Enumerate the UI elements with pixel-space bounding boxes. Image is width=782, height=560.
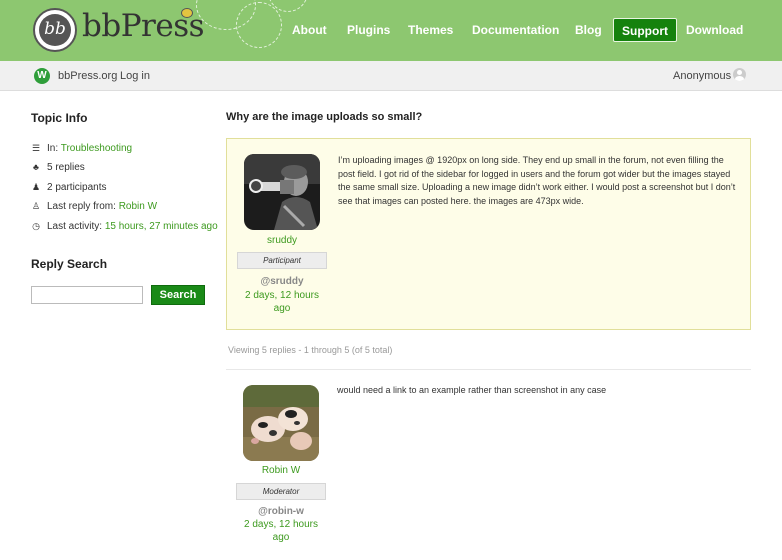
- user-menu-label[interactable]: Anonymous: [673, 70, 731, 82]
- post-date-link[interactable]: 2 days, 12 hours ago: [237, 289, 327, 315]
- last-activity-link[interactable]: 15 hours, 27 minutes ago: [105, 221, 218, 232]
- person-icon: ♙: [31, 201, 41, 211]
- lead-post: sruddy Participant @sruddy 2 days, 12 ho…: [226, 138, 751, 330]
- topic-participants-row: ♟ 2 participants: [31, 180, 107, 194]
- reply-search-title: Reply Search: [31, 257, 108, 271]
- header-decoration: [236, 2, 282, 48]
- author-name-link[interactable]: sruddy: [237, 235, 327, 246]
- login-link[interactable]: Log in: [120, 70, 150, 82]
- nav-plugins[interactable]: Plugins: [347, 18, 390, 42]
- last-reply-prefix: Last reply from:: [47, 201, 116, 212]
- nav-documentation[interactable]: Documentation: [472, 18, 559, 42]
- reply-search-input[interactable]: [31, 286, 143, 304]
- topic-last-reply-row: ♙ Last reply from: Robin W: [31, 199, 157, 213]
- wordpress-icon[interactable]: W: [34, 68, 50, 84]
- avatar[interactable]: [244, 154, 320, 230]
- admin-bar: W bbPress.org Log in Anonymous: [0, 61, 782, 91]
- last-reply-author-link[interactable]: Robin W: [119, 201, 157, 212]
- nav-blog[interactable]: Blog: [575, 18, 602, 42]
- forum-prefix: In:: [47, 143, 59, 154]
- post-content: would need a link to an example rather t…: [337, 385, 607, 395]
- topic-replies-row: ♣ 5 replies: [31, 160, 85, 174]
- post-date-line: ago: [272, 532, 290, 543]
- forum-link[interactable]: Troubleshooting: [61, 143, 132, 154]
- topic-title: Why are the image uploads so small?: [226, 111, 423, 123]
- avatar-photo-robin-w: [243, 385, 319, 461]
- replies-count: 5 replies: [47, 162, 85, 173]
- divider: [226, 369, 751, 370]
- bee-icon: [181, 8, 193, 18]
- forum-icon: ☰: [31, 143, 41, 153]
- user-icon[interactable]: [733, 68, 746, 81]
- topic-info-title: Topic Info: [31, 111, 88, 125]
- nav-download[interactable]: Download: [686, 18, 743, 42]
- topic-forum-row: ☰ In: Troubleshooting: [31, 141, 132, 155]
- author-role-badge: Moderator: [236, 483, 326, 500]
- last-activity-prefix: Last activity:: [47, 221, 103, 232]
- pagination-count: Viewing 5 replies - 1 through 5 (of 5 to…: [228, 345, 393, 355]
- post-date-line: 2 days, 12 hours: [244, 519, 318, 530]
- avatar[interactable]: [243, 385, 319, 461]
- author-role-badge: Participant: [237, 252, 327, 269]
- topic-last-activity-row: ◷ Last activity: 15 hours, 27 minutes ago: [31, 219, 218, 233]
- nav-themes[interactable]: Themes: [408, 18, 453, 42]
- bbpress-logo-icon[interactable]: bb: [33, 8, 77, 52]
- author-handle: @sruddy: [260, 276, 304, 287]
- author-name-link[interactable]: Robin W: [236, 465, 326, 476]
- post-date-link[interactable]: 2 days, 12 hours ago: [236, 518, 326, 544]
- post-content: I’m uploading images @ 1920px on long si…: [338, 155, 736, 206]
- participants-icon: ♟: [31, 182, 41, 192]
- post-date-line: ago: [273, 303, 291, 314]
- avatar-photo-sruddy: [244, 154, 320, 230]
- nav-about[interactable]: About: [292, 18, 327, 42]
- post-date-line: 2 days, 12 hours: [245, 290, 319, 301]
- author-handle: @robin-w: [258, 506, 304, 517]
- replies-icon: ♣: [33, 162, 39, 172]
- search-button[interactable]: Search: [151, 285, 205, 305]
- nav-support[interactable]: Support: [613, 18, 677, 42]
- site-header: bb bbPress About Plugins Themes Document…: [0, 0, 782, 61]
- clock-icon: ◷: [32, 221, 40, 231]
- site-link[interactable]: bbPress.org: [58, 70, 117, 82]
- participants-count: 2 participants: [47, 182, 107, 193]
